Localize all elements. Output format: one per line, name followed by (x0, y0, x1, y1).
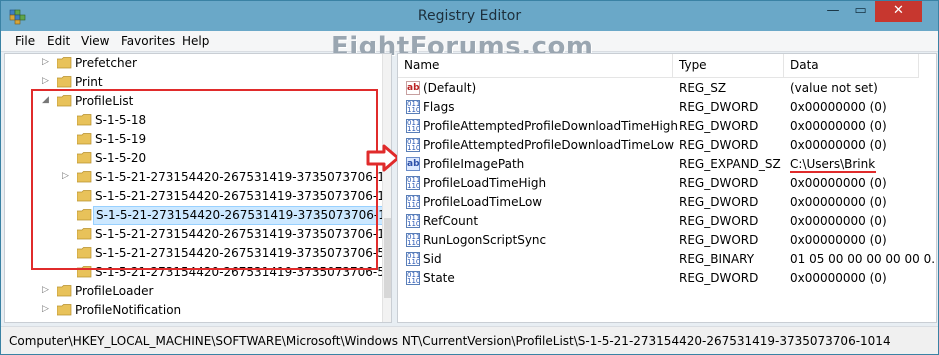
tree-item-profileloader[interactable]: ▷ ProfileLoader (5, 282, 382, 301)
menu-edit[interactable]: Edit (47, 34, 70, 48)
value-type: REG_DWORD (679, 176, 759, 190)
value-data: 0x00000000 (0) (790, 176, 887, 190)
folder-icon (57, 304, 72, 316)
value-row-loadtimelow[interactable]: 011 110 ProfileLoadTimeLow REG_DWORD 0x00… (398, 193, 936, 212)
tree-item-prefetcher[interactable]: ▷ Prefetcher (5, 54, 382, 73)
value-name: Flags (423, 100, 455, 114)
value-data: 0x00000000 (0) (790, 100, 887, 114)
tree-item-profilenotification[interactable]: ▷ ProfileNotification (5, 301, 382, 320)
profilelist-highlight-box (31, 89, 378, 270)
folder-icon (57, 76, 72, 88)
value-type: REG_DWORD (679, 233, 759, 247)
value-data: 0x00000000 (0) (790, 233, 887, 247)
close-button[interactable]: ✕ (875, 1, 922, 22)
menu-view[interactable]: View (81, 34, 109, 48)
value-type: REG_SZ (679, 81, 727, 95)
value-row-download-time-high[interactable]: 011 110 ProfileAttemptedProfileDownloadTi… (398, 117, 936, 136)
column-header-type[interactable]: Type (673, 54, 784, 78)
value-name: ProfileAttemptedProfileDownloadTimeHigh (423, 119, 679, 133)
tree-item-label: ProfileLoader (75, 284, 154, 298)
value-type: REG_BINARY (679, 252, 755, 266)
menu-help[interactable]: Help (182, 34, 209, 48)
binary-value-icon: 011 110 (406, 176, 420, 190)
menu-file[interactable]: File (15, 34, 35, 48)
value-type: REG_DWORD (679, 271, 759, 285)
value-type: REG_DWORD (679, 195, 759, 209)
value-name: ProfileLoadTimeHigh (423, 176, 547, 190)
registry-path: Computer\HKEY_LOCAL_MACHINE\SOFTWARE\Mic… (9, 334, 891, 348)
binary-value-icon: 011 110 (406, 233, 420, 247)
binary-value-icon: 011 110 (406, 100, 420, 114)
binary-value-icon: 011 110 (406, 138, 420, 152)
expand-arrow-icon[interactable]: ▷ (42, 304, 52, 316)
profileimagepath-underline (790, 171, 876, 173)
value-data: 0x00000000 (0) (790, 271, 887, 285)
column-header-data[interactable]: Data (784, 54, 919, 78)
value-type: REG_DWORD (679, 138, 759, 152)
window-title: Registry Editor (417, 8, 522, 24)
expand-arrow-icon[interactable]: ▷ (42, 76, 52, 88)
menu-favorites[interactable]: Favorites (121, 34, 175, 48)
tree-item-label: Prefetcher (75, 56, 137, 70)
column-header-name[interactable]: Name (398, 54, 673, 78)
status-bar: Computer\HKEY_LOCAL_MACHINE\SOFTWARE\Mic… (1, 326, 938, 354)
value-row-flags[interactable]: 011 110 Flags REG_DWORD 0x00000000 (0) (398, 98, 936, 117)
value-row-sid[interactable]: 011 110 Sid REG_BINARY 01 05 00 00 00 00 … (398, 250, 937, 269)
value-name: (Default) (423, 81, 477, 95)
value-row-download-time-low[interactable]: 011 110 ProfileAttemptedProfileDownloadTi… (398, 136, 936, 155)
tree-vertical-scrollbar[interactable] (382, 54, 391, 322)
value-data: (value not set) (790, 81, 878, 95)
value-data: 0x00000000 (0) (790, 138, 887, 152)
tree-item-label: ProfileNotification (75, 303, 182, 317)
value-name: ProfileLoadTimeLow (423, 195, 543, 209)
maximize-button[interactable]: ▭ (847, 1, 874, 22)
red-pointer-arrow-icon (366, 144, 400, 175)
value-name: RefCount (423, 214, 479, 228)
value-name: Sid (423, 252, 442, 266)
string-value-icon: ab (406, 157, 420, 171)
folder-icon (57, 57, 72, 69)
folder-icon (57, 285, 72, 297)
value-name: State (423, 271, 455, 285)
binary-value-icon: 011 110 (406, 119, 420, 133)
minimize-button[interactable]: — (819, 1, 847, 22)
value-data: 0x00000000 (0) (790, 119, 887, 133)
scrollbar-thumb[interactable] (384, 218, 391, 298)
binary-value-icon: 011 110 (406, 271, 420, 285)
registry-editor-window: Registry Editor — ▭ ✕ File Edit View Fav… (0, 0, 939, 355)
expand-arrow-icon[interactable]: ▷ (42, 285, 52, 297)
value-type: REG_DWORD (679, 119, 759, 133)
value-name: ProfileImagePath (423, 157, 525, 171)
binary-value-icon: 011 110 (406, 195, 420, 209)
binary-value-icon: 011 110 (406, 214, 420, 228)
value-row-loadtimehigh[interactable]: 011 110 ProfileLoadTimeHigh REG_DWORD 0x0… (398, 174, 936, 193)
binary-value-icon: 011 110 (406, 252, 420, 266)
value-row-state[interactable]: 011 110 State REG_DWORD 0x00000000 (0) (398, 269, 936, 288)
value-name: RunLogonScriptSync (423, 233, 547, 247)
value-data: C:\Users\Brink (790, 157, 876, 171)
value-data: 0x00000000 (0) (790, 195, 887, 209)
tree-item-label: Print (75, 75, 103, 89)
registry-values-list[interactable]: Name Type Data ab (Default) REG_SZ (valu… (397, 53, 937, 323)
value-row-default[interactable]: ab (Default) REG_SZ (value not set) (398, 79, 936, 98)
value-row-runlogonscriptsync[interactable]: 011 110 RunLogonScriptSync REG_DWORD 0x00… (398, 231, 936, 250)
value-data: 01 05 00 00 00 00 00 0... (790, 252, 937, 266)
expand-arrow-icon[interactable]: ▷ (42, 57, 52, 69)
string-value-icon: ab (406, 81, 420, 95)
value-type: REG_DWORD (679, 214, 759, 228)
value-row-refcount[interactable]: 011 110 RefCount REG_DWORD 0x00000000 (0) (398, 212, 936, 231)
value-type: REG_EXPAND_SZ (679, 157, 781, 171)
title-bar[interactable]: Registry Editor — ▭ ✕ (1, 1, 938, 31)
value-type: REG_DWORD (679, 100, 759, 114)
value-data: 0x00000000 (0) (790, 214, 887, 228)
value-name: ProfileAttemptedProfileDownloadTimeLow (423, 138, 675, 152)
